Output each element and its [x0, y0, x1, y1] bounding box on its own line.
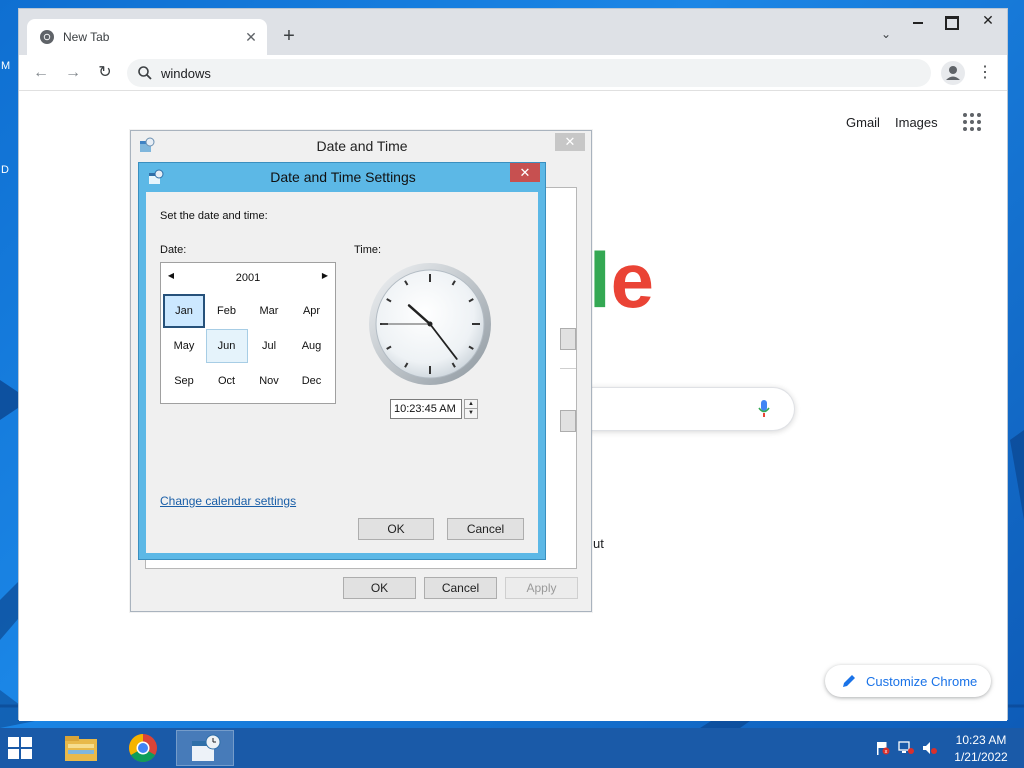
- close-window-button[interactable]: ✕: [969, 11, 1007, 29]
- customize-chrome-button[interactable]: Customize Chrome: [825, 665, 991, 697]
- google-apps-icon[interactable]: [963, 113, 983, 133]
- date-label: Date:: [160, 244, 187, 256]
- ok-button[interactable]: OK: [358, 518, 434, 540]
- pencil-icon: [843, 675, 855, 687]
- images-link[interactable]: Images: [895, 115, 938, 130]
- back-arrow-icon[interactable]: ←: [29, 61, 53, 85]
- google-logo-letter: l: [589, 236, 611, 324]
- desktop-icon-label-fragment[interactable]: D: [1, 164, 9, 176]
- dialog-title-bar[interactable]: Date and Time ✕: [131, 131, 591, 159]
- desktop-icon-label-fragment[interactable]: M: [1, 60, 10, 72]
- time-input[interactable]: 10:23:45 AM: [390, 399, 462, 419]
- google-logo: le: [589, 241, 654, 319]
- cancel-button[interactable]: Cancel: [447, 518, 524, 540]
- calendar-month-mar[interactable]: Mar: [248, 294, 290, 328]
- action-center-flag-icon[interactable]: x: [874, 741, 890, 755]
- shortcut-label-fragment[interactable]: ut: [593, 536, 604, 551]
- chrome-icon: [129, 734, 157, 762]
- apply-button[interactable]: Apply: [505, 577, 578, 599]
- instruction-text: Set the date and time:: [160, 210, 268, 222]
- profile-avatar-icon[interactable]: [941, 61, 965, 85]
- taskbar-date-time[interactable]: [176, 730, 234, 766]
- search-icon: [138, 66, 152, 80]
- change-calendar-settings-link[interactable]: Change calendar settings: [160, 494, 296, 508]
- spin-down-arrow-icon[interactable]: ▼: [465, 409, 477, 418]
- analog-clock: [369, 263, 491, 385]
- chrome-icon: [40, 30, 54, 44]
- browser-toolbar: ← → ↻ windows ⋮: [19, 55, 1007, 91]
- time-label: Time:: [354, 244, 382, 256]
- windows-start-icon[interactable]: [8, 737, 32, 759]
- calendar-month-aug[interactable]: Aug: [291, 329, 333, 363]
- address-bar[interactable]: windows: [127, 59, 931, 87]
- svg-text:x: x: [885, 749, 888, 755]
- hidden-button[interactable]: [560, 410, 576, 432]
- close-icon[interactable]: ✕: [510, 163, 540, 182]
- new-tab-button[interactable]: +: [277, 25, 301, 49]
- customize-chrome-label: Customize Chrome: [866, 674, 978, 689]
- calendar-month-apr[interactable]: Apr: [291, 294, 333, 328]
- gmail-link[interactable]: Gmail: [846, 115, 880, 130]
- calendar-year[interactable]: 2001: [161, 272, 335, 284]
- calendar-month-sep[interactable]: Sep: [163, 364, 205, 398]
- calendar-month-jan[interactable]: Jan: [163, 294, 205, 328]
- address-bar-text[interactable]: windows: [161, 66, 211, 81]
- calendar-month-oct[interactable]: Oct: [206, 364, 248, 398]
- maximize-button[interactable]: [939, 13, 961, 30]
- network-icon[interactable]: [898, 741, 914, 755]
- volume-muted-icon[interactable]: [922, 741, 938, 755]
- divider: [560, 368, 576, 369]
- taskbar-file-explorer[interactable]: [52, 730, 110, 766]
- date-time-icon: [192, 734, 221, 761]
- tab-search-chevron-icon[interactable]: ⌄: [877, 27, 895, 45]
- time-spinner[interactable]: ▲ ▼: [464, 399, 478, 419]
- calendar-control: ◀ 2001 ▶ Jan Feb Mar Apr May Jun Jul Aug Sep Oct N…: [160, 262, 336, 404]
- calendar-month-jul[interactable]: Jul: [248, 329, 290, 363]
- file-explorer-icon: [65, 736, 97, 761]
- microphone-icon[interactable]: [757, 399, 771, 419]
- chrome-menu-icon[interactable]: ⋮: [975, 61, 995, 85]
- minimize-button[interactable]: [907, 13, 929, 29]
- taskbar-clock-time[interactable]: 10:23 AM: [950, 733, 1012, 747]
- calendar-month-may[interactable]: May: [163, 329, 205, 363]
- close-icon[interactable]: ✕: [555, 133, 585, 151]
- taskbar: x 10:23 AM 1/21/2022: [0, 728, 1024, 768]
- tab-title: New Tab: [63, 30, 110, 44]
- calendar-month-jun[interactable]: Jun: [205, 329, 248, 363]
- calendar-month-feb[interactable]: Feb: [206, 294, 248, 328]
- calendar-month-nov[interactable]: Nov: [248, 364, 290, 398]
- taskbar-clock-date[interactable]: 1/21/2022: [950, 750, 1012, 764]
- tab-close-icon[interactable]: ✕: [241, 27, 261, 47]
- calendar-month-dec[interactable]: Dec: [291, 364, 333, 398]
- settings-dialog-body: Set the date and time: Date: Time: ◀ 200…: [146, 192, 538, 553]
- next-year-arrow-icon[interactable]: ▶: [319, 271, 331, 283]
- dialog-title: Date and Time: [316, 138, 408, 154]
- taskbar-chrome[interactable]: [114, 730, 172, 766]
- reload-icon[interactable]: ↻: [93, 61, 117, 85]
- spin-up-arrow-icon[interactable]: ▲: [465, 400, 477, 409]
- ok-button[interactable]: OK: [343, 577, 416, 599]
- cancel-button[interactable]: Cancel: [424, 577, 497, 599]
- dialog-title: Date and Time Settings: [270, 169, 416, 185]
- date-time-settings-dialog: Date and Time Settings ✕ Set the date an…: [138, 162, 546, 560]
- tab-strip: New Tab ✕ + ⌄ ✕: [19, 9, 1007, 55]
- forward-arrow-icon[interactable]: →: [61, 61, 85, 85]
- hidden-button[interactable]: [560, 328, 576, 350]
- tab-new-tab[interactable]: New Tab ✕: [27, 19, 267, 55]
- google-logo-letter: e: [610, 236, 655, 324]
